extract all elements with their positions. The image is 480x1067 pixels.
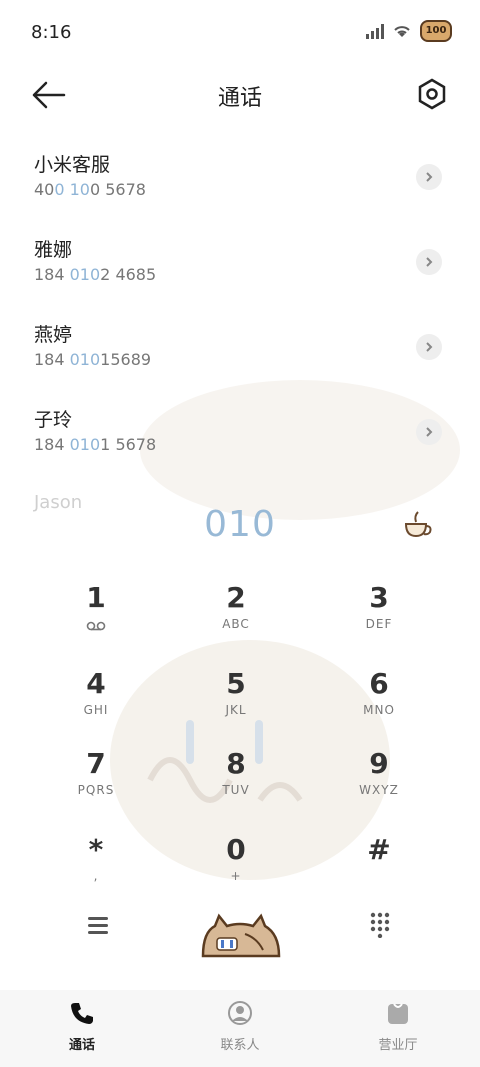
- key-8[interactable]: 8 TUV: [176, 746, 296, 814]
- contact-detail-button[interactable]: [416, 164, 442, 190]
- contact-name: 雅娜: [34, 239, 73, 261]
- dialpad-grid-icon[interactable]: [370, 912, 390, 938]
- chevron-right-icon: [426, 172, 433, 182]
- settings-hexagon-icon[interactable]: [418, 78, 446, 110]
- key-hash[interactable]: #: [319, 832, 439, 900]
- battery-icon: 100: [420, 20, 452, 42]
- key-6[interactable]: 6 MNO: [319, 666, 439, 734]
- nav-tab-calls[interactable]: 通话: [32, 1000, 132, 1053]
- contact-detail-button[interactable]: [416, 249, 442, 275]
- nav-tab-store[interactable]: 营业厅: [348, 1000, 448, 1053]
- signal-icon: [366, 23, 384, 39]
- contact-row[interactable]: 燕婷 184 01015689: [0, 310, 480, 395]
- contact-row[interactable]: 雅娜 184 0102 4685: [0, 225, 480, 310]
- contact-list: 小米客服 400 100 5678 雅娜 184 0102 4685 燕婷 18…: [0, 140, 480, 480]
- contact-row[interactable]: 子玲 184 0101 5678: [0, 395, 480, 480]
- voicemail-icon: [86, 621, 106, 631]
- coffee-cup-icon[interactable]: [402, 510, 434, 540]
- status-bar: 8:16 100: [0, 0, 480, 64]
- page-title: 通话: [217, 86, 262, 111]
- key-2[interactable]: 2 ABC: [176, 580, 296, 648]
- menu-icon[interactable]: [86, 914, 110, 936]
- contact-detail-button[interactable]: [416, 419, 442, 445]
- key-4[interactable]: 4 GHI: [36, 666, 156, 734]
- key-3[interactable]: 3 DEF: [319, 580, 439, 648]
- contact-row[interactable]: 小米客服 400 100 5678: [0, 140, 480, 225]
- contact-name: 子玲: [34, 409, 73, 431]
- key-7[interactable]: 7 PQRS: [36, 746, 156, 814]
- bottom-navigation: 通话 联系人 营业厅: [0, 990, 480, 1067]
- wifi-icon: [394, 26, 410, 37]
- chevron-right-icon: [426, 342, 433, 352]
- contact-name: 小米客服: [34, 154, 111, 176]
- contact-number: 184 0101 5678: [34, 435, 157, 454]
- contact-icon: [228, 1001, 252, 1025]
- chevron-right-icon: [426, 427, 433, 437]
- status-time: 8:16: [31, 22, 72, 43]
- header: 通话: [0, 70, 480, 122]
- nav-tab-contacts[interactable]: 联系人: [190, 1000, 290, 1053]
- chevron-right-icon: [426, 257, 433, 267]
- status-icons: 100: [366, 20, 452, 42]
- key-star[interactable]: * ,: [36, 832, 156, 900]
- contact-number: 184 01015689: [34, 350, 152, 369]
- bag-icon: [388, 1003, 408, 1024]
- contact-number: 400 100 5678: [34, 180, 146, 199]
- phone-icon: [71, 1003, 93, 1024]
- contact-name: 燕婷: [34, 324, 73, 346]
- key-1[interactable]: 1: [36, 580, 156, 648]
- key-0[interactable]: 0 +: [176, 832, 296, 900]
- key-5[interactable]: 5 JKL: [176, 666, 296, 734]
- call-button-cat-icon[interactable]: [195, 912, 285, 960]
- contact-number: 184 0102 4685: [34, 265, 157, 284]
- contact-detail-button[interactable]: [416, 334, 442, 360]
- key-9[interactable]: 9 WXYZ: [319, 746, 439, 814]
